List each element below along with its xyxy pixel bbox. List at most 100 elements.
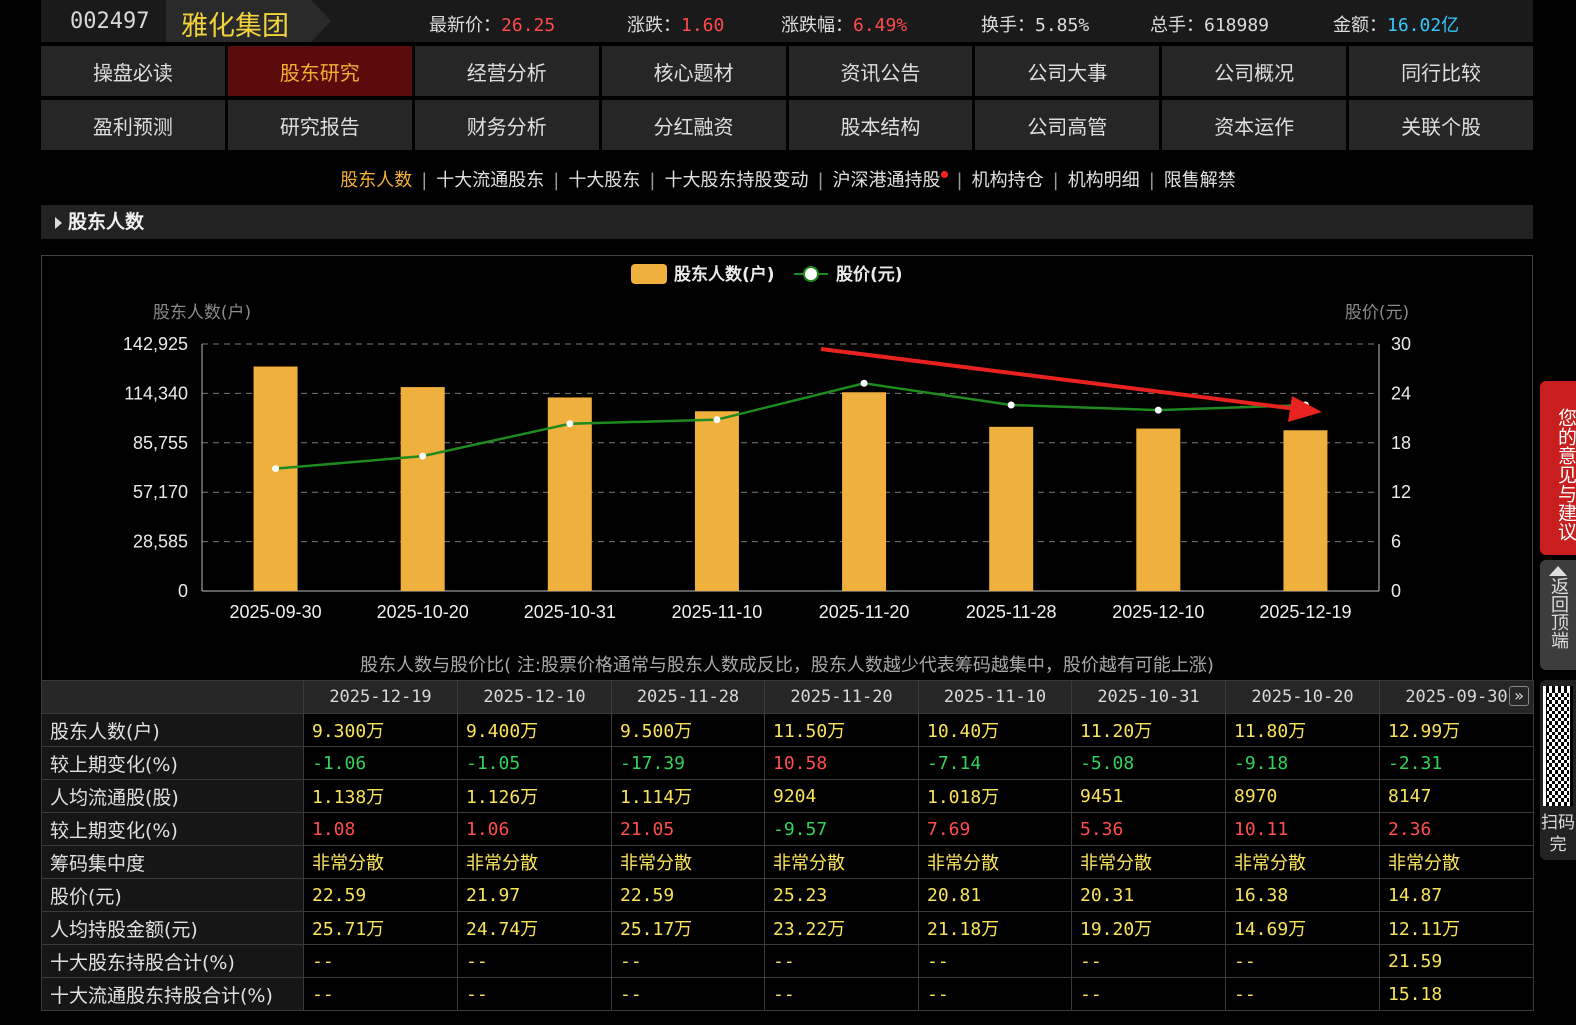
sub-nav: 股东人数 | 十大流通股东 | 十大股东 | 十大股东持股变动 | 沪深港通持股 | 机构持仓 | 机构… xyxy=(0,166,1576,192)
y2-tick-label: 18 xyxy=(1391,433,1411,453)
nav-tab[interactable]: 公司概况 xyxy=(1162,46,1347,96)
nav-tab[interactable]: 分红融资 xyxy=(601,100,786,150)
nav-tab[interactable]: 公司大事 xyxy=(975,46,1160,96)
subnav-link[interactable]: 沪深港通持股 xyxy=(833,170,941,191)
table-row: 筹码集中度 非常分散 非常分散 非常分散 非常分散 非常分散 非常分散 非常分散 非常分散 xyxy=(41,845,1534,879)
subnav-link[interactable]: 股东人数 xyxy=(340,170,412,191)
table-row: 人均流通股(股) 1.138万 1.126万 1.114万 9204 1.018万 9451… xyxy=(41,779,1534,813)
chart-bar xyxy=(1136,428,1181,591)
table-cell: 1.138万 xyxy=(303,779,458,813)
x-tick-label: 2025-12-10 xyxy=(1112,602,1204,622)
table-row: 股东人数(户) 9.300万 9.400万 9.500万 11.50万 10.40万 11.… xyxy=(41,713,1534,747)
row-label: 十大流通股东持股合计(%) xyxy=(41,977,304,1011)
table-cell: 1.06 xyxy=(457,812,612,846)
expand-triangle-icon[interactable] xyxy=(55,216,62,229)
quote-label: 涨跌幅： xyxy=(781,15,853,36)
table-cell: 12.99万 xyxy=(1379,713,1534,747)
nav-tab[interactable]: 资讯公告 xyxy=(788,46,973,96)
table-cell: 11.80万 xyxy=(1225,713,1380,747)
feedback-button[interactable]: 您的意见与建议 xyxy=(1540,381,1576,555)
legend-bar-swatch xyxy=(631,264,667,284)
subnav-separator: | xyxy=(649,170,656,191)
y2-tick-label: 30 xyxy=(1391,334,1411,354)
nav-tab[interactable]: 盈利预测 xyxy=(41,100,225,150)
subnav-link[interactable]: 十大流通股东 xyxy=(436,170,544,191)
table-cell: -1.06 xyxy=(303,746,458,780)
subnav-separator: | xyxy=(817,170,824,191)
legend-line-label: 股价(元) xyxy=(836,265,903,285)
price-point xyxy=(713,416,721,424)
table-cell: -- xyxy=(303,977,458,1011)
table-cell: -9.18 xyxy=(1225,746,1380,780)
subnav-link[interactable]: 机构持仓 xyxy=(972,170,1044,191)
feedback-label: 您的意见与建议 xyxy=(1555,407,1576,541)
table-header-date: 2025-09-30» xyxy=(1379,680,1534,714)
chart-bar xyxy=(1283,430,1328,591)
table-cell: 1.126万 xyxy=(457,779,612,813)
quote-value: 1.60 xyxy=(681,15,725,36)
holders-table: 2025-12-19 2025-12-10 2025-11-28 2025-11-20… xyxy=(41,680,1534,1011)
table-cell: 7.69 xyxy=(918,812,1072,846)
nav-tab[interactable]: 操盘必读 xyxy=(41,46,225,96)
table-cell: 21.05 xyxy=(611,812,765,846)
price-point xyxy=(419,452,427,460)
chart-container: 0 28,585 57,170 85,755 114,340 142,925 0 6 12 18 2… xyxy=(41,255,1533,681)
nav-tab[interactable]: 关联个股 xyxy=(1349,100,1533,150)
x-tick-label: 2025-11-20 xyxy=(819,602,910,622)
chart-bar xyxy=(253,366,298,591)
table-cell: -- xyxy=(303,944,458,978)
subnav-separator: | xyxy=(1052,170,1059,191)
quote-value: 618989 xyxy=(1204,15,1270,36)
chart-bar xyxy=(694,411,739,591)
x-tick-label: 2025-10-31 xyxy=(524,602,616,622)
next-page-icon[interactable]: » xyxy=(1509,686,1529,706)
subnav-link[interactable]: 十大股东 xyxy=(568,170,640,191)
table-cell: 1.114万 xyxy=(611,779,765,813)
section-header[interactable]: 股东人数 xyxy=(41,205,1533,239)
holders-chart: 0 28,585 57,170 85,755 114,340 142,925 0 6 12 18 2… xyxy=(123,264,1411,622)
nav-row-1: 操盘必读 股东研究 经营分析 核心题材 资讯公告 公司大事 公司概况 同行比较 xyxy=(41,46,1533,96)
table-cell: -2.31 xyxy=(1379,746,1534,780)
qr-code-icon xyxy=(1543,686,1573,806)
nav-tab[interactable]: 资本运作 xyxy=(1162,100,1347,150)
nav-tab[interactable]: 研究报告 xyxy=(227,100,412,150)
table-cell: 11.50万 xyxy=(764,713,919,747)
table-header-date: 2025-11-20 xyxy=(764,680,919,714)
table-cell: 20.81 xyxy=(918,878,1072,912)
quote-label: 金额： xyxy=(1333,15,1387,36)
subnav-separator: | xyxy=(553,170,560,191)
subnav-link[interactable]: 限售解禁 xyxy=(1164,170,1236,191)
quote-item: 涨跌幅：6.49% xyxy=(781,11,907,37)
table-cell: 22.59 xyxy=(303,878,458,912)
table-header-date: 2025-11-10 xyxy=(918,680,1072,714)
x-tick-label: 2025-12-19 xyxy=(1259,602,1351,622)
table-header-date: 2025-10-31 xyxy=(1071,680,1226,714)
y2-tick-label: 0 xyxy=(1391,581,1401,601)
table-header-date: 2025-11-28 xyxy=(611,680,765,714)
nav-tab[interactable]: 股本结构 xyxy=(788,100,973,150)
table-header-date: 2025-12-10 xyxy=(457,680,612,714)
table-cell: 非常分散 xyxy=(303,845,458,879)
table-cell: 非常分散 xyxy=(611,845,765,879)
table-cell: 12.11万 xyxy=(1379,911,1534,945)
nav-tab[interactable]: 核心题材 xyxy=(601,46,786,96)
nav-tab[interactable]: 经营分析 xyxy=(414,46,599,96)
nav-tab[interactable]: 同行比较 xyxy=(1349,46,1533,96)
table-cell: -17.39 xyxy=(611,746,765,780)
back-to-top-button[interactable]: 返回顶端 xyxy=(1540,560,1576,670)
table-cell: 9.300万 xyxy=(303,713,458,747)
qr-widget[interactable]: 扫码完 xyxy=(1540,680,1576,860)
table-cell: -- xyxy=(611,977,765,1011)
nav-tab[interactable]: 财务分析 xyxy=(414,100,599,150)
price-point xyxy=(1154,406,1162,414)
subnav-link[interactable]: 机构明细 xyxy=(1068,170,1140,191)
nav-tab[interactable]: 股东研究 xyxy=(227,46,412,96)
qr-label: 扫码完 xyxy=(1541,813,1575,855)
table-cell: -9.57 xyxy=(764,812,919,846)
table-header-blank xyxy=(41,680,304,714)
table-cell: -5.08 xyxy=(1071,746,1226,780)
table-row: 人均持股金额(元) 25.71万 24.74万 25.17万 23.22万 21.18万 1… xyxy=(41,911,1534,945)
subnav-link[interactable]: 十大股东持股变动 xyxy=(664,170,808,191)
nav-tab[interactable]: 公司高管 xyxy=(975,100,1160,150)
chart-bar xyxy=(989,426,1034,591)
